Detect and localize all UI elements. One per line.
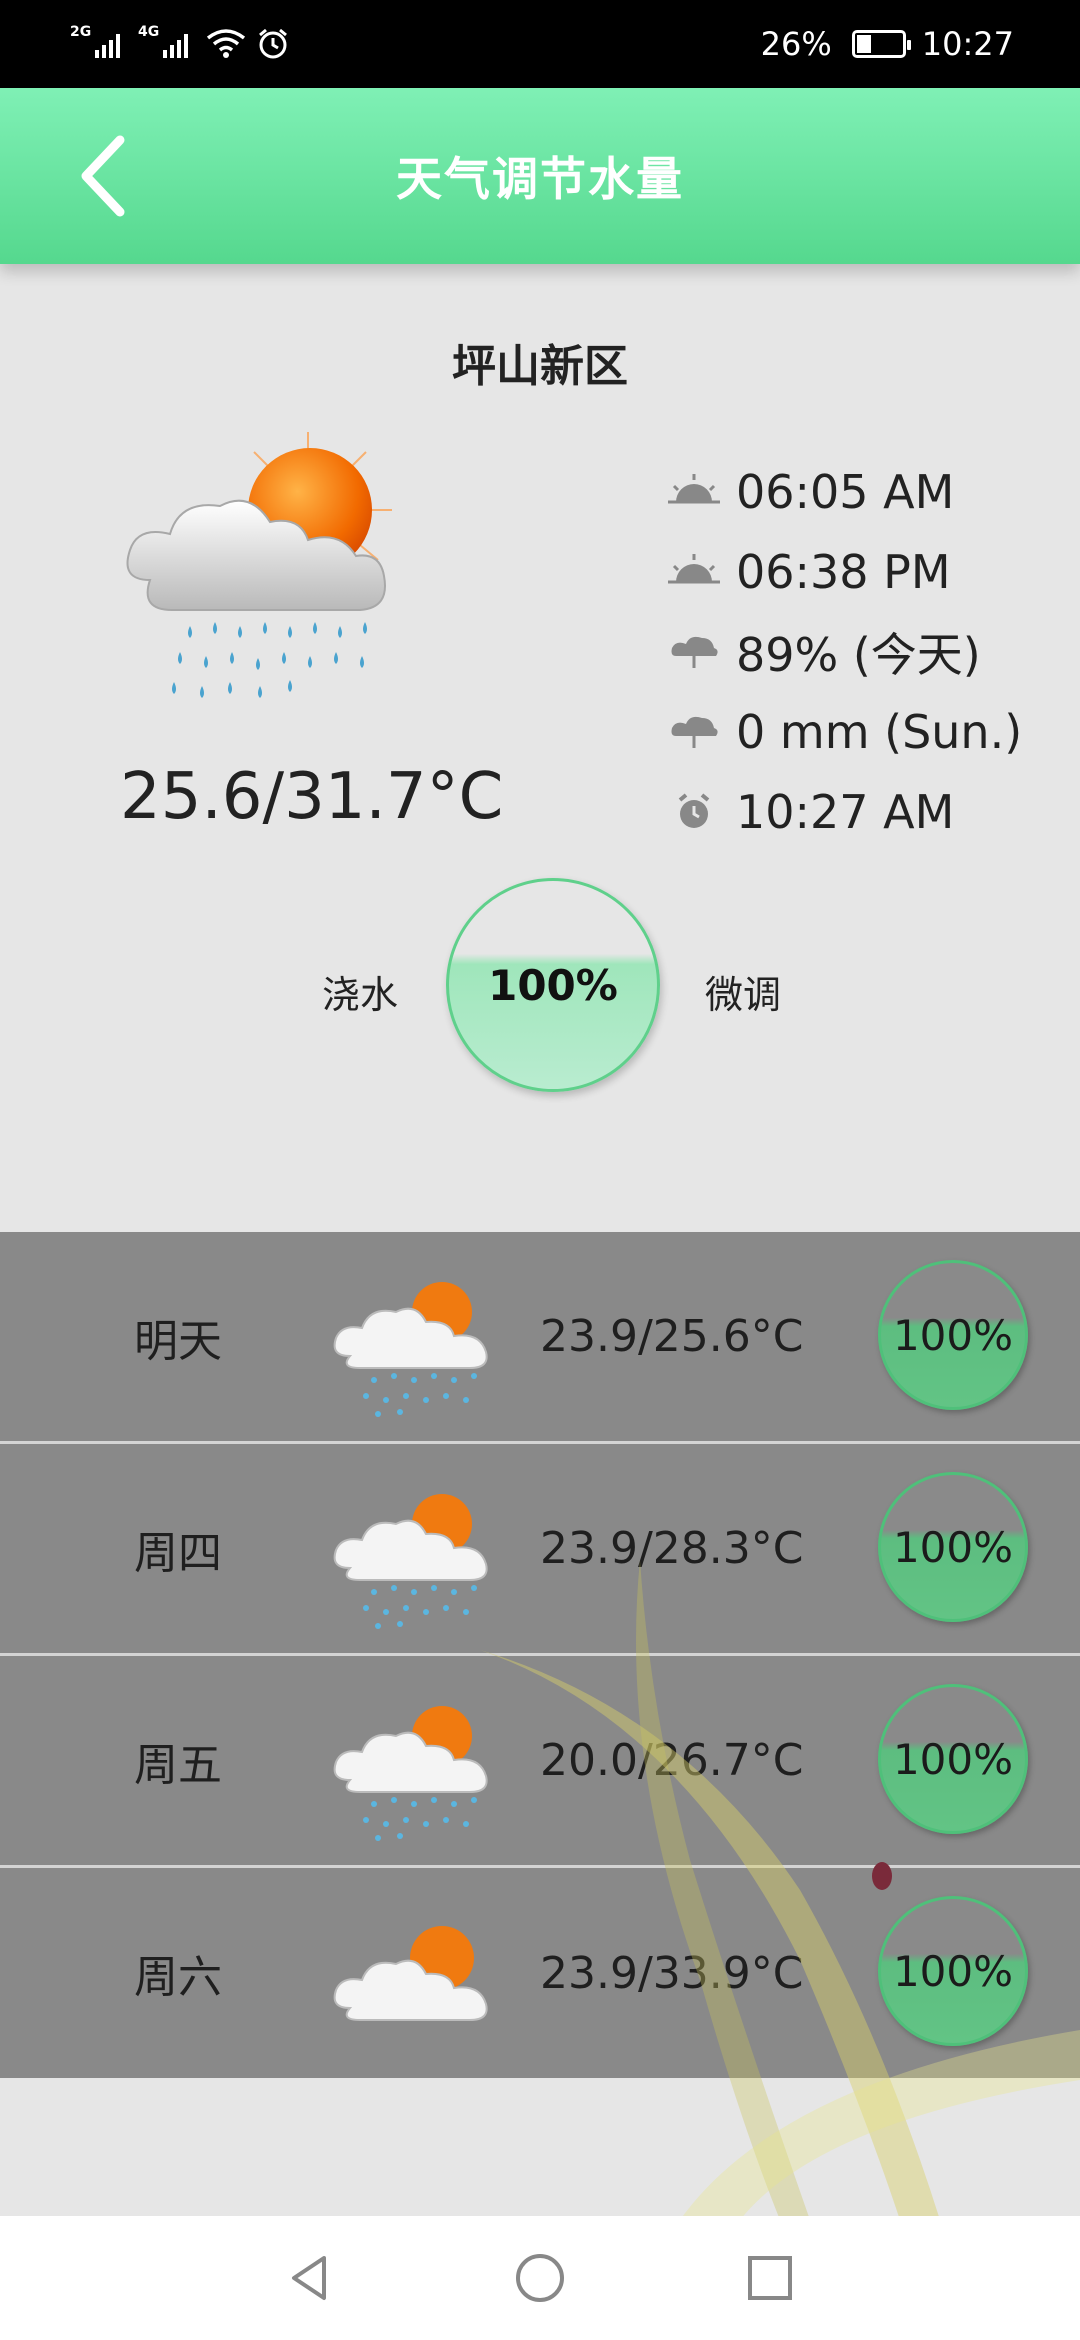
fine-tune-label[interactable]: 微调 — [705, 964, 781, 1019]
today-temperature: 25.6/31.7°C — [120, 760, 504, 834]
alarm-clock-icon — [678, 793, 710, 828]
update-time: 10:27 AM — [736, 785, 955, 839]
update-time-row: 10:27 AM — [666, 772, 1022, 852]
forecast-temperature: 23.9/33.9°C — [540, 1947, 804, 1999]
forecast-row[interactable]: 明天 23.9/25.6°C 100% — [0, 1232, 1080, 1444]
forecast-day: 周六 — [134, 1952, 222, 2003]
forecast-water-value: 100% — [892, 1946, 1014, 1996]
sunrise-icon — [668, 474, 720, 504]
rainfall-amount: 0 mm (Sun.) — [736, 705, 1023, 759]
circle-home-icon[interactable] — [510, 2248, 570, 2308]
forecast-day: 周四 — [134, 1527, 222, 1579]
network-type-label: 2G — [70, 24, 92, 40]
forecast-temperature: 23.9/28.3°C — [540, 1523, 804, 1574]
status-bar: 2G 4G 26% 10:27 — [0, 0, 1080, 88]
signal-icon: 4G — [138, 24, 188, 58]
rain-probability-row: 89% (今天) — [666, 612, 1022, 692]
sunset-row: 06:38 PM — [666, 532, 1022, 612]
sun-cloud-icon — [333, 1926, 488, 2021]
forecast-row[interactable]: 周五 20.0/26.7°C 100% — [0, 1656, 1080, 1868]
forecast-day: 周五 — [134, 1739, 222, 1791]
app-header: 天气调节水量 — [0, 88, 1080, 264]
chevron-left-icon[interactable] — [72, 126, 152, 226]
sun-cloud-rain-icon — [126, 432, 392, 698]
rain-cloud-icon — [671, 716, 718, 748]
location-name: 坪山新区 — [452, 341, 628, 392]
forecast-water-gauge[interactable]: 100% — [878, 1684, 1028, 1834]
rain-probability: 89% (今天) — [736, 628, 981, 682]
forecast-water-value: 100% — [892, 1734, 1014, 1784]
water-percent-gauge[interactable]: 100% — [446, 878, 660, 1092]
battery-icon — [851, 30, 911, 58]
water-adjust-row: 浇水 100% 微调 — [0, 878, 1080, 1096]
alarm-icon — [259, 28, 287, 59]
square-recents-icon[interactable] — [740, 2248, 800, 2308]
forecast-water-gauge[interactable]: 100% — [878, 1472, 1028, 1622]
forecast-water-gauge[interactable]: 100% — [878, 1896, 1028, 2046]
signal-icon: 2G — [70, 24, 120, 58]
forecast-list: 明天 23.9/25.6°C 100% 周四 23.9/28.3°C 100% — [0, 1232, 1080, 2078]
sun-cloud-rain-icon — [333, 1706, 488, 1841]
network-type-label: 4G — [138, 24, 160, 40]
sunrise-time: 06:05 AM — [736, 465, 955, 519]
forecast-temperature: 23.9/25.6°C — [540, 1311, 804, 1362]
sunset-icon — [668, 554, 720, 584]
forecast-water-value: 100% — [892, 1522, 1014, 1572]
rainfall-row: 0 mm (Sun.) — [666, 692, 1022, 772]
battery-percent: 26% — [760, 25, 832, 63]
water-percent-value: 100% — [488, 960, 618, 1010]
forecast-day: 明天 — [134, 1315, 222, 1367]
sunset-time: 06:38 PM — [736, 545, 951, 599]
forecast-row[interactable]: 周六 23.9/33.9°C 100% — [0, 1868, 1080, 2078]
forecast-row[interactable]: 周四 23.9/28.3°C 100% — [0, 1444, 1080, 1656]
status-bar-left: 2G 4G — [70, 24, 290, 61]
forecast-water-gauge[interactable]: 100% — [878, 1260, 1028, 1410]
rain-cloud-icon — [671, 636, 718, 668]
system-nav-bar — [0, 2216, 1080, 2340]
wifi-icon — [206, 29, 246, 58]
watering-label[interactable]: 浇水 — [322, 964, 398, 1019]
status-bar-right: 26% 10:27 — [761, 25, 1014, 63]
sun-cloud-rain-icon — [333, 1282, 488, 1417]
today-info-list: 06:05 AM 06:38 PM 89% (今天) 0 mm (Sun.) 1… — [666, 452, 1022, 852]
triangle-back-icon[interactable] — [280, 2248, 340, 2308]
sunrise-row: 06:05 AM — [666, 452, 1022, 532]
forecast-water-value: 100% — [892, 1310, 1014, 1360]
sun-cloud-rain-icon — [333, 1494, 488, 1629]
page-title: 天气调节水量 — [396, 152, 684, 206]
clock: 10:27 — [921, 25, 1014, 63]
forecast-temperature: 20.0/26.7°C — [540, 1735, 804, 1786]
